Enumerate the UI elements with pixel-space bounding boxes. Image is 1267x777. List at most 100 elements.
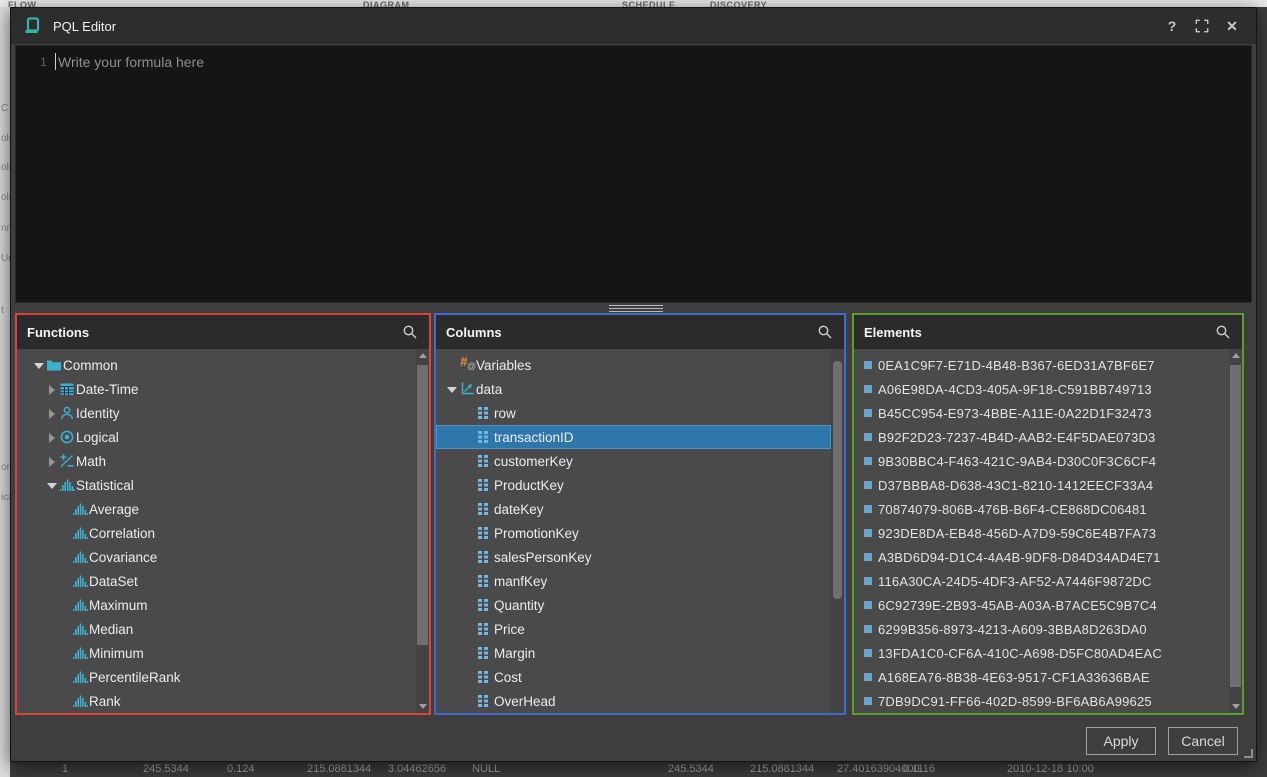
- tree-item-Date-Time[interactable]: Date-Time: [17, 377, 416, 401]
- tree-item-Quantity[interactable]: Quantity: [436, 593, 831, 617]
- elements-search-icon[interactable]: [1214, 323, 1232, 341]
- element-item[interactable]: 7DB9DC91-FF66-402D-8599-BF6AB6A99625: [854, 689, 1229, 713]
- chevron-right-icon[interactable]: [46, 407, 59, 420]
- background-text-fragment: C: [1, 103, 8, 114]
- editor-panels-splitter[interactable]: [609, 305, 663, 313]
- element-item[interactable]: 923DE8DA-EB48-456D-A7D9-59C6E4B7FA73: [854, 521, 1229, 545]
- tree-item-label: Cost: [494, 670, 522, 685]
- element-item[interactable]: D37BBBA8-D638-43C1-8210-1412EECF33A4: [854, 473, 1229, 497]
- tree-item-data[interactable]: data: [436, 377, 831, 401]
- elements-list: 0EA1C9F7-E71D-4B48-B367-6ED31A7BF6E7 A06E…: [854, 349, 1242, 713]
- help-button[interactable]: ?: [1160, 14, 1184, 38]
- tree-item-Rank[interactable]: Rank: [17, 689, 416, 713]
- functions-search-icon[interactable]: [401, 323, 419, 341]
- element-item[interactable]: 6299B356-8973-4213-A609-3BBA8D263DA0: [854, 617, 1229, 641]
- tree-item-dateKey[interactable]: dateKey: [436, 497, 831, 521]
- cancel-button[interactable]: Cancel: [1168, 727, 1238, 755]
- background-table-value: 2010-12-18 10:00: [1007, 763, 1094, 775]
- tree-item-row[interactable]: row: [436, 401, 831, 425]
- tree-indent: [436, 461, 464, 462]
- background-text-fragment: t: [1, 305, 4, 316]
- tree-item-customerKey[interactable]: customerKey: [436, 449, 831, 473]
- tree-item-transactionID[interactable]: transactionID: [436, 425, 831, 449]
- scroll-thumb[interactable]: [417, 365, 428, 645]
- background-text-fragment: on: [1, 462, 10, 473]
- column-grid-icon: [477, 429, 494, 445]
- background-text-fragment: Un: [1, 253, 10, 264]
- chevron-right-icon[interactable]: [46, 431, 59, 444]
- tree-item-manfKey[interactable]: manfKey: [436, 569, 831, 593]
- tree-item-Variables[interactable]: #@Variables: [436, 353, 831, 377]
- tree-item-Median[interactable]: Median: [17, 617, 416, 641]
- tree-item-Logical[interactable]: Logical: [17, 425, 416, 449]
- columns-search-icon[interactable]: [816, 323, 834, 341]
- column-grid-icon: [477, 573, 494, 589]
- scroll-down-button[interactable]: [416, 699, 429, 713]
- background-tab: DISCOVERY: [710, 0, 767, 7]
- arrow-spacer: [59, 551, 72, 564]
- tree-item-Correlation[interactable]: Correlation: [17, 521, 416, 545]
- chevron-down-icon[interactable]: [33, 359, 46, 372]
- tree-item-Covariance[interactable]: Covariance: [17, 545, 416, 569]
- tree-item-Identity[interactable]: Identity: [17, 401, 416, 425]
- element-bullet-icon: [864, 361, 872, 369]
- tree-item-Common[interactable]: Common: [17, 353, 416, 377]
- element-item[interactable]: 116A30CA-24D5-4DF3-AF52-A7446F9872DC: [854, 569, 1229, 593]
- stats-icon: [72, 525, 89, 541]
- chevron-right-icon[interactable]: [46, 455, 59, 468]
- chevron-down-icon[interactable]: [46, 479, 59, 492]
- tree-item-OverHead[interactable]: OverHead: [436, 689, 831, 713]
- apply-button[interactable]: Apply: [1086, 727, 1156, 755]
- element-guid: A06E98DA-4CD3-405A-9F18-C591BB749713: [878, 382, 1152, 397]
- element-item[interactable]: B92F2D23-7237-4B4D-AAB2-E4F5DAE073D3: [854, 425, 1229, 449]
- tree-item-PercentileRank[interactable]: PercentileRank: [17, 665, 416, 689]
- column-grid-icon: [477, 453, 494, 469]
- scroll-thumb[interactable]: [833, 361, 842, 599]
- scroll-down-button[interactable]: [1229, 699, 1242, 713]
- tree-item-Margin[interactable]: Margin: [436, 641, 831, 665]
- resize-grip[interactable]: [1244, 749, 1253, 758]
- background-text-fragment: olu: [1, 133, 10, 144]
- tree-item-Math[interactable]: Math: [17, 449, 416, 473]
- tree-item-Cost[interactable]: Cost: [436, 665, 831, 689]
- stats-icon: [72, 621, 89, 637]
- tree-item-Minimum[interactable]: Minimum: [17, 641, 416, 665]
- chevron-right-icon[interactable]: [46, 383, 59, 396]
- tree-item-PromotionKey[interactable]: PromotionKey: [436, 521, 831, 545]
- maximize-button[interactable]: [1190, 14, 1214, 38]
- background-table-value: 1: [62, 763, 68, 775]
- element-guid: B45CC954-E973-4BBE-A11E-0A22D1F32473: [878, 406, 1152, 421]
- scroll-thumb[interactable]: [1230, 365, 1241, 687]
- element-bullet-icon: [864, 529, 872, 537]
- element-item[interactable]: A168EA76-8B38-4E63-9517-CF1A33636BAE: [854, 665, 1229, 689]
- tree-item-label: PromotionKey: [494, 526, 579, 541]
- close-button[interactable]: ✕: [1220, 14, 1244, 38]
- tree-item-salesPersonKey[interactable]: salesPersonKey: [436, 545, 831, 569]
- element-item[interactable]: 0EA1C9F7-E71D-4B48-B367-6ED31A7BF6E7: [854, 353, 1229, 377]
- element-item[interactable]: 70874079-806B-476B-B6F4-CE868DC06481: [854, 497, 1229, 521]
- tree-item-Maximum[interactable]: Maximum: [17, 593, 416, 617]
- chevron-down-icon[interactable]: [446, 383, 459, 396]
- tree-indent: [436, 365, 446, 366]
- arrow-spacer: [464, 623, 477, 636]
- arrow-spacer: [464, 527, 477, 540]
- scroll-up-button[interactable]: [416, 349, 429, 363]
- scroll-up-button[interactable]: [1229, 349, 1242, 363]
- element-item[interactable]: 6C92739E-2B93-45AB-A03A-B7ACE5C9B7C4: [854, 593, 1229, 617]
- columns-scrollbar[interactable]: [831, 349, 844, 713]
- element-item[interactable]: A3BD6D94-D1C4-4A4B-9DF8-D84D34AD4E71: [854, 545, 1229, 569]
- tree-item-Price[interactable]: Price: [436, 617, 831, 641]
- tree-item-DataSet[interactable]: DataSet: [17, 569, 416, 593]
- element-item[interactable]: B45CC954-E973-4BBE-A11E-0A22D1F32473: [854, 401, 1229, 425]
- column-grid-icon: [477, 669, 494, 685]
- functions-scrollbar[interactable]: [416, 349, 429, 713]
- element-item[interactable]: 9B30BBC4-F463-421C-9AB4-D30C0F3C6CF4: [854, 449, 1229, 473]
- element-item[interactable]: 13FDA1C0-CF6A-410C-A698-D5FC80AD4EAC: [854, 641, 1229, 665]
- element-item[interactable]: A06E98DA-4CD3-405A-9F18-C591BB749713: [854, 377, 1229, 401]
- formula-editor[interactable]: 1 Write your formula here: [15, 45, 1252, 303]
- element-guid: 7DB9DC91-FF66-402D-8599-BF6AB6A99625: [878, 694, 1152, 709]
- tree-item-Average[interactable]: Average: [17, 497, 416, 521]
- elements-scrollbar[interactable]: [1229, 349, 1242, 713]
- tree-item-Statistical[interactable]: Statistical: [17, 473, 416, 497]
- tree-item-ProductKey[interactable]: ProductKey: [436, 473, 831, 497]
